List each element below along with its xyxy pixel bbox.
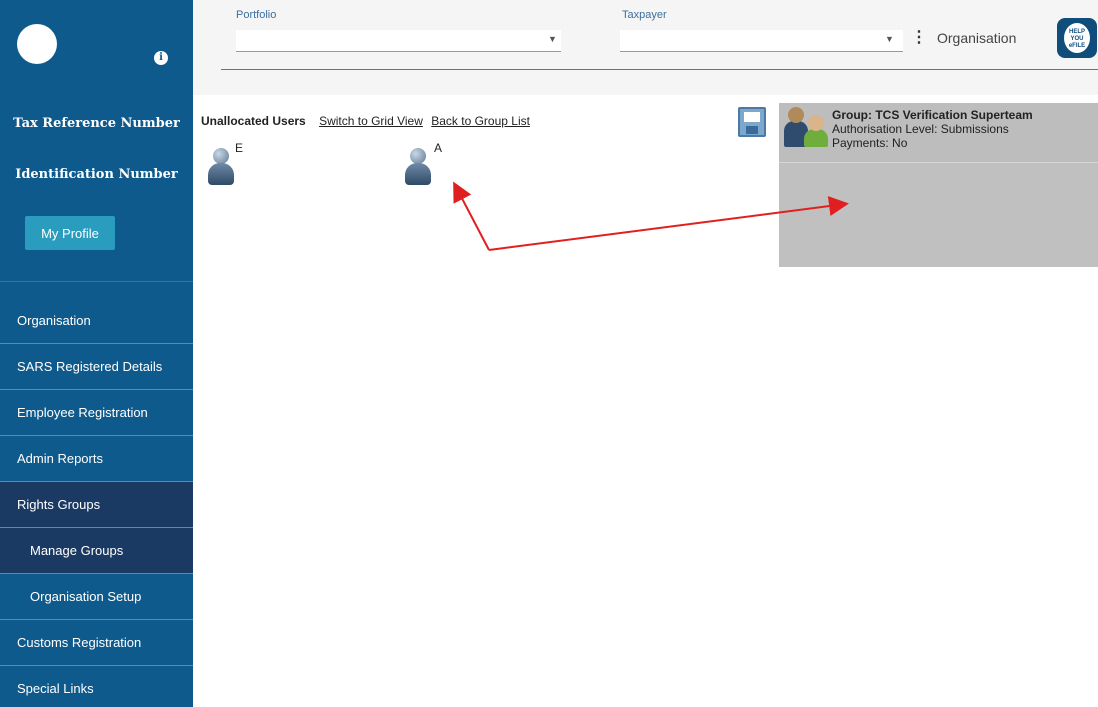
sidebar-item-organisation[interactable]: Organisation xyxy=(0,298,193,344)
tax-reference-label: Tax Reference Number xyxy=(13,116,180,131)
group-header: Group: TCS Verification Superteam Author… xyxy=(779,103,1098,163)
back-to-group-list-link[interactable]: Back to Group List xyxy=(431,114,530,128)
sidebar-item-organisation-setup[interactable]: Organisation Setup xyxy=(0,574,193,620)
user-name: A xyxy=(434,141,443,155)
sidebar-item-admin-reports[interactable]: Admin Reports xyxy=(0,436,193,482)
user-icon xyxy=(404,145,432,187)
sidebar-item-customs-registration[interactable]: Customs Registration xyxy=(0,620,193,666)
more-options-icon[interactable]: ⋮ xyxy=(911,27,927,47)
sidebar-item-special-links[interactable]: Special Links xyxy=(0,666,193,707)
sidebar-item-employee-registration[interactable]: Employee Registration xyxy=(0,390,193,436)
avatar[interactable] xyxy=(17,24,57,64)
user-name: E xyxy=(235,141,244,155)
arrow-to-user-a xyxy=(453,181,490,251)
topbar-divider xyxy=(221,69,1098,70)
user-icon xyxy=(207,145,235,187)
filter-bar: Portfolio ▼ Taxpayer ▼ ⋮ Organisation HE… xyxy=(193,0,1098,95)
sidebar: i Tax Reference Number Identification Nu… xyxy=(0,0,193,707)
info-icon[interactable]: i xyxy=(154,51,168,65)
help-badge-text: HELP YOU eFILE xyxy=(1064,23,1090,53)
chevron-down-icon[interactable]: ▼ xyxy=(885,34,894,44)
breadcrumb: Unallocated Users Switch to Grid View Ba… xyxy=(201,114,535,128)
organisation-label: Organisation xyxy=(937,30,1017,46)
taxpayer-select[interactable] xyxy=(620,30,903,52)
help-you-efile-logo[interactable]: HELP YOU eFILE xyxy=(1057,18,1097,58)
sidebar-item-sars-registered-details[interactable]: SARS Registered Details xyxy=(0,344,193,390)
sidebar-nav: Organisation SARS Registered Details Emp… xyxy=(0,298,193,707)
my-profile-button[interactable]: My Profile xyxy=(25,216,115,250)
sidebar-divider xyxy=(0,281,193,282)
portfolio-label: Portfolio xyxy=(236,9,277,21)
save-icon[interactable] xyxy=(738,107,766,137)
sidebar-item-manage-groups[interactable]: Manage Groups xyxy=(0,528,193,574)
group-drop-panel[interactable]: Group: TCS Verification Superteam Author… xyxy=(779,103,1098,267)
group-icon xyxy=(784,107,830,147)
sidebar-item-rights-groups[interactable]: Rights Groups xyxy=(0,482,193,528)
portfolio-select[interactable] xyxy=(236,30,561,52)
switch-to-grid-view-link[interactable]: Switch to Grid View xyxy=(319,114,423,128)
app-window: i Tax Reference Number Identification Nu… xyxy=(0,0,1098,707)
group-authorisation-level: Authorisation Level: Submissions xyxy=(832,122,1009,136)
group-payments: Payments: No xyxy=(832,136,908,150)
group-title: Group: TCS Verification Superteam xyxy=(832,108,1033,122)
chevron-down-icon[interactable]: ▼ xyxy=(548,34,557,44)
identification-label: Identification Number xyxy=(15,167,178,182)
page-title: Unallocated Users xyxy=(201,114,306,128)
taxpayer-label: Taxpayer xyxy=(622,9,667,21)
